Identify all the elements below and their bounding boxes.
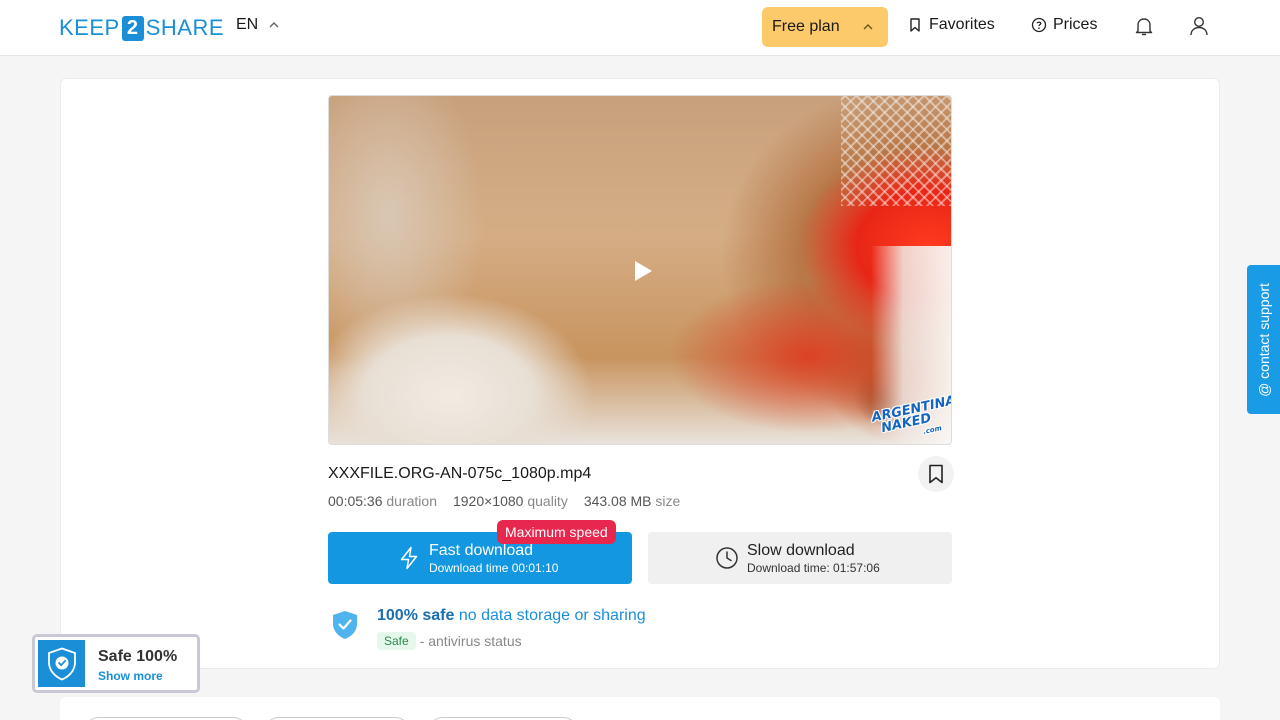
lower-section: [60, 697, 1220, 720]
clock-icon: [716, 547, 738, 569]
status-badge: Safe: [377, 632, 416, 650]
play-icon[interactable]: [633, 260, 653, 282]
video-texture: [841, 96, 951, 206]
size-label: size: [655, 493, 681, 509]
help-circle-icon: [1031, 17, 1047, 33]
lightning-icon: [400, 546, 418, 570]
chevron-up-icon: [863, 24, 873, 30]
duration-info: 00:05:36 duration: [328, 493, 437, 509]
bell-icon[interactable]: [1133, 15, 1155, 37]
favorites-link[interactable]: Favorites: [907, 16, 995, 34]
show-more-link[interactable]: Show more: [98, 669, 163, 683]
bookmark-button[interactable]: [918, 456, 954, 492]
site-logo[interactable]: KEEP 2 SHARE: [59, 14, 224, 42]
safety-detail-text: no data storage or sharing: [458, 607, 646, 624]
chevron-up-icon: [269, 22, 279, 28]
safety-statement: 100% safe no data storage or sharing: [377, 607, 646, 625]
antivirus-status-label: - antivirus status: [419, 633, 522, 649]
prices-link[interactable]: Prices: [1031, 16, 1097, 34]
plan-button[interactable]: Free plan: [762, 7, 888, 47]
slow-download-button[interactable]: Slow download Download time: 01:57:06: [648, 532, 952, 584]
fast-download-title: Fast download: [429, 542, 534, 559]
bookmark-icon: [910, 18, 920, 32]
max-speed-badge: Maximum speed: [497, 520, 616, 544]
duration-value: 00:05:36: [328, 493, 383, 509]
safe-badge-title: Safe 100%: [98, 648, 178, 665]
shield-check-icon: [333, 611, 357, 639]
shield-check-icon: [47, 647, 76, 680]
plan-label: Free plan: [772, 18, 840, 35]
user-icon[interactable]: [1188, 15, 1210, 37]
safety-bold-text: 100% safe: [377, 607, 455, 624]
quality-value: 1920×1080: [452, 493, 524, 509]
video-preview[interactable]: ARGENTINA NAKED .com: [328, 95, 952, 445]
size-info: 343.08 MB size: [584, 493, 681, 509]
contact-support-tab[interactable]: @ contact support: [1247, 265, 1280, 414]
prices-label: Prices: [1053, 16, 1098, 33]
language-label: EN: [236, 16, 259, 33]
size-value: 343.08 MB: [583, 493, 652, 509]
badge-shield: [38, 640, 85, 687]
language-selector[interactable]: EN: [236, 16, 280, 34]
fast-download-time: Download time 00:01:10: [429, 561, 559, 575]
antivirus-status: Safe - antivirus status: [377, 632, 522, 650]
logo-badge: 2: [121, 15, 144, 41]
file-meta: 00:05:36 duration 1920×1080 quality 343.…: [328, 493, 680, 509]
bookmark-icon: [929, 464, 943, 484]
file-name: XXXFILE.ORG-AN-075c_1080p.mp4: [328, 465, 592, 482]
safe-badge[interactable]: Safe 100% Show more: [32, 634, 200, 693]
slow-download-time: Download time: 01:57:06: [747, 561, 880, 575]
logo-text-left: KEEP: [59, 15, 120, 40]
logo-text-right: SHARE: [145, 15, 224, 40]
quality-info: 1920×1080 quality: [453, 493, 568, 509]
duration-label: duration: [386, 493, 437, 509]
quality-label: quality: [527, 493, 568, 509]
slow-download-title: Slow download: [747, 542, 855, 559]
contact-support-label: @ contact support: [1255, 282, 1272, 397]
favorites-label: Favorites: [929, 16, 995, 33]
video-watermark-logo: ARGENTINA NAKED .com: [870, 392, 951, 438]
top-header: KEEP 2 SHARE EN Free plan Favorites Prices: [0, 0, 1280, 56]
